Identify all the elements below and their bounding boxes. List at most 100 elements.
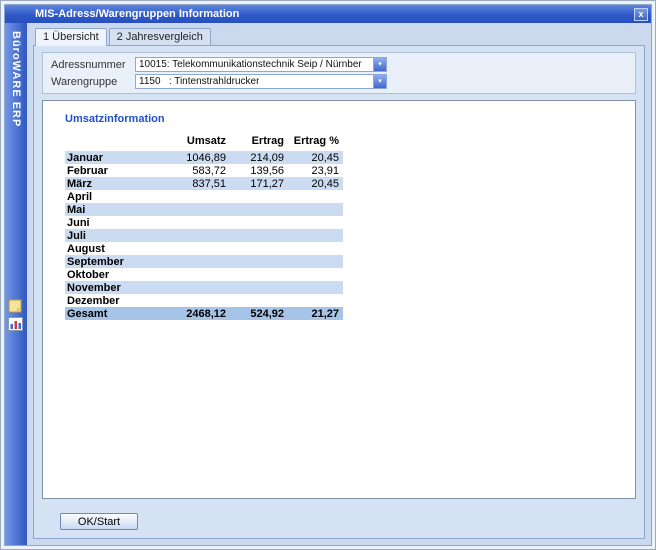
adressnummer-field[interactable]: 10015: Telekommunikationstechnik Seip / … [135, 57, 387, 72]
umsatz-cell: 1046,89 [160, 151, 230, 164]
month-cell: Oktober [65, 268, 160, 281]
brand-label: BüroWARE ERP [10, 31, 22, 127]
month-cell: April [65, 190, 160, 203]
umsatz-cell [160, 216, 230, 229]
month-cell: August [65, 242, 160, 255]
umsatz-cell [160, 268, 230, 281]
adressnummer-lookup-button[interactable]: ▾ [373, 58, 386, 71]
form-row-warengruppe: Warengruppe 1150 : Tintenstrahldrucker ▾ [51, 73, 627, 90]
ertrag-cell: 139,56 [230, 164, 288, 177]
month-cell: Juni [65, 216, 160, 229]
umsatz-cell: 583,72 [160, 164, 230, 177]
month-cell: September [65, 255, 160, 268]
month-cell: Februar [65, 164, 160, 177]
umsatz-cell [160, 281, 230, 294]
table-header-row: Umsatz Ertrag Ertrag % [65, 135, 343, 151]
warengruppe-value: 1150 : Tintenstrahldrucker [139, 76, 259, 87]
ertrag-pct-cell [288, 255, 343, 268]
table-row: Mai [65, 203, 343, 216]
warengruppe-label: Warengruppe [51, 76, 135, 88]
ertrag-cell: 214,09 [230, 151, 288, 164]
umsatz-cell: 837,51 [160, 177, 230, 190]
ertrag-pct-cell [288, 242, 343, 255]
note-icon[interactable] [8, 299, 23, 313]
adressnummer-value: 10015: Telekommunikationstechnik Seip / … [139, 59, 362, 70]
tab-page-uebersicht: Adressnummer 10015: Telekommunikationste… [33, 45, 645, 539]
umsatz-cell [160, 255, 230, 268]
table-row: März 837,51 171,27 20,45 [65, 177, 343, 190]
tab-bar: 1 Übersicht 2 Jahresvergleich [33, 27, 645, 45]
ertrag-column-header: Ertrag [230, 135, 288, 151]
brand-sidebar: BüroWARE ERP [5, 23, 27, 545]
ertrag-pct-cell [288, 268, 343, 281]
adressnummer-label: Adressnummer [51, 59, 135, 71]
table-row: Oktober [65, 268, 343, 281]
ertrag-pct-cell [288, 281, 343, 294]
close-button[interactable]: x [634, 8, 648, 21]
umsatz-panel: Umsatzinformation Umsatz Ertrag Er [42, 100, 636, 499]
month-cell: Dezember [65, 294, 160, 307]
table-row: April [65, 190, 343, 203]
application-window: MIS-Adress/Warengruppen Information x Bü… [0, 0, 656, 550]
form-row-adressnummer: Adressnummer 10015: Telekommunikationste… [51, 56, 627, 73]
table-row: September [65, 255, 343, 268]
tab-jahresvergleich[interactable]: 2 Jahresvergleich [109, 28, 211, 45]
month-cell: Januar [65, 151, 160, 164]
warengruppe-lookup-button[interactable]: ▾ [373, 75, 386, 88]
total-umsatz-cell: 2468,12 [160, 307, 230, 320]
ertrag-cell [230, 255, 288, 268]
umsatz-table: Umsatz Ertrag Ertrag % Januar 1046,89 21… [65, 135, 343, 320]
ertrag-pct-cell [288, 229, 343, 242]
ertrag-cell [230, 242, 288, 255]
total-ertrag-cell: 524,92 [230, 307, 288, 320]
ertrag-cell [230, 229, 288, 242]
panel-title: Umsatzinformation [65, 113, 635, 125]
month-cell: März [65, 177, 160, 190]
table-row: August [65, 242, 343, 255]
month-column-header [65, 135, 160, 151]
umsatz-cell [160, 190, 230, 203]
table-row: Februar 583,72 139,56 23,91 [65, 164, 343, 177]
ertrag-cell [230, 268, 288, 281]
month-cell: Mai [65, 203, 160, 216]
umsatz-cell [160, 229, 230, 242]
umsatz-cell [160, 294, 230, 307]
window-title: MIS-Adress/Warengruppen Information [35, 8, 239, 20]
umsatz-column-header: Umsatz [160, 135, 230, 151]
tab-uebersicht[interactable]: 1 Übersicht [35, 28, 107, 46]
ertrag-cell [230, 190, 288, 203]
ertrag-cell [230, 203, 288, 216]
table-row: Juni [65, 216, 343, 229]
ok-start-button[interactable]: OK/Start [60, 513, 138, 530]
table-total-row: Gesamt 2468,12 524,92 21,27 [65, 307, 343, 320]
month-cell: Juli [65, 229, 160, 242]
table-row: Januar 1046,89 214,09 20,45 [65, 151, 343, 164]
total-ertrag-pct-cell: 21,27 [288, 307, 343, 320]
ertrag-pct-cell [288, 294, 343, 307]
month-cell: November [65, 281, 160, 294]
ertrag-pct-cell [288, 216, 343, 229]
ertrag-pct-column-header: Ertrag % [288, 135, 343, 151]
ertrag-pct-cell: 20,45 [288, 151, 343, 164]
window-frame: MIS-Adress/Warengruppen Information x Bü… [4, 4, 652, 546]
ertrag-pct-cell [288, 203, 343, 216]
table-row: Juli [65, 229, 343, 242]
ertrag-cell: 171,27 [230, 177, 288, 190]
chart-icon[interactable] [8, 317, 23, 331]
table-row: Dezember [65, 294, 343, 307]
ertrag-cell [230, 216, 288, 229]
selection-form: Adressnummer 10015: Telekommunikationste… [42, 52, 636, 94]
ertrag-cell [230, 281, 288, 294]
main-content: 1 Übersicht 2 Jahresvergleich Adressnumm… [27, 23, 651, 545]
sidebar-icon-group [8, 299, 23, 331]
warengruppe-field[interactable]: 1150 : Tintenstrahldrucker ▾ [135, 74, 387, 89]
ertrag-cell [230, 294, 288, 307]
umsatz-cell [160, 242, 230, 255]
total-label-cell: Gesamt [65, 307, 160, 320]
umsatz-cell [160, 203, 230, 216]
ertrag-pct-cell: 23,91 [288, 164, 343, 177]
window-body: BüroWARE ERP [5, 23, 651, 545]
ertrag-pct-cell [288, 190, 343, 203]
title-bar[interactable]: MIS-Adress/Warengruppen Information x [5, 5, 651, 23]
ertrag-pct-cell: 20,45 [288, 177, 343, 190]
